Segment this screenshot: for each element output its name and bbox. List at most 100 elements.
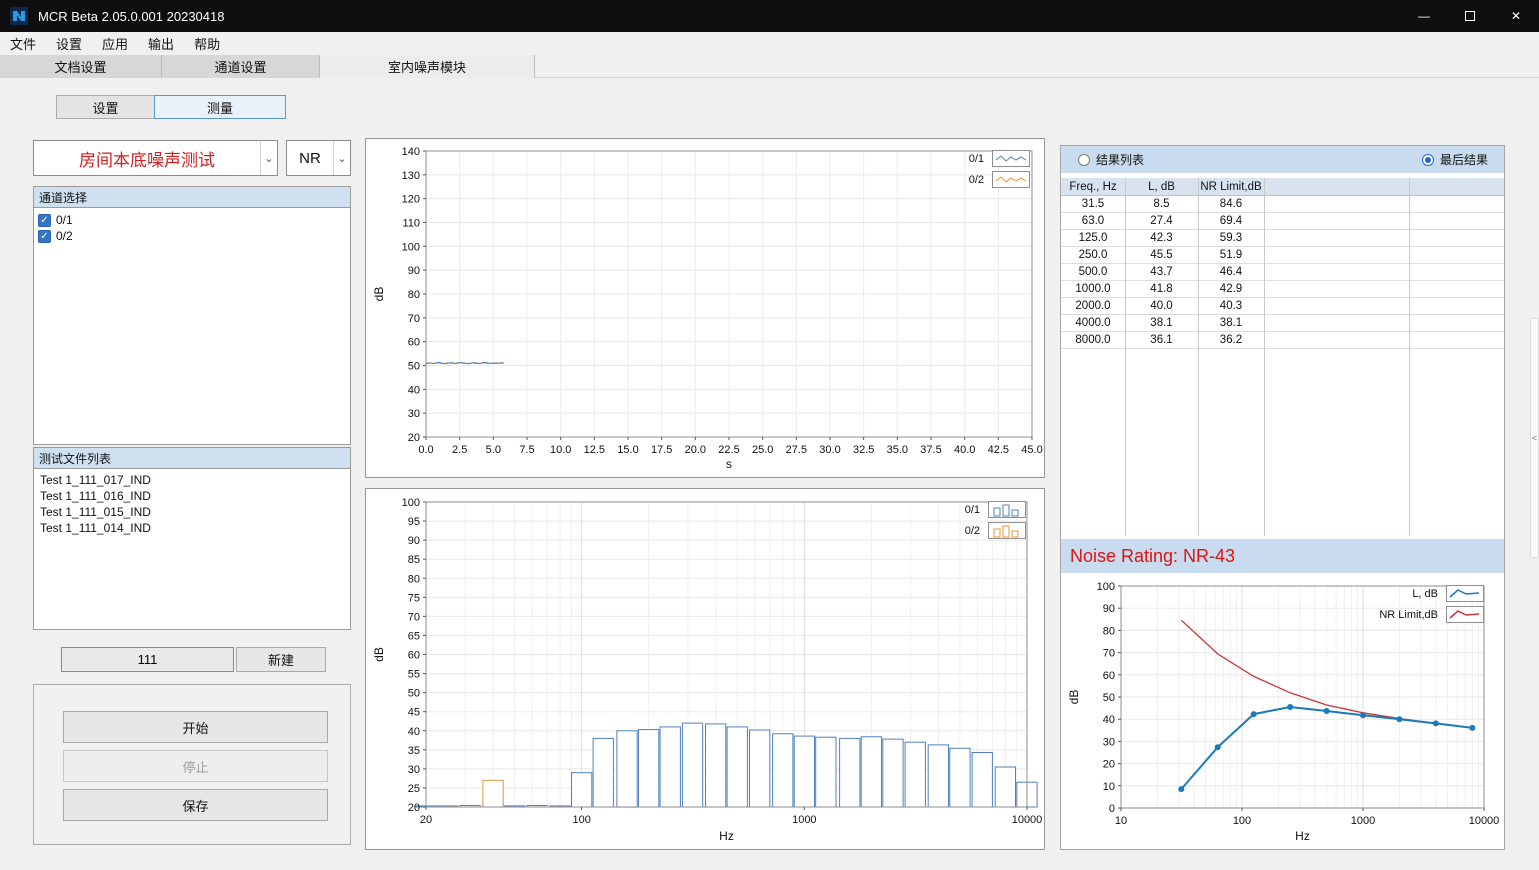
svg-text:35: 35: [408, 745, 420, 757]
channel-list[interactable]: ✓ 0/1✓0/2: [33, 208, 351, 445]
legend-entry: 0/1: [965, 501, 1026, 518]
table-cell: 36.2: [1198, 332, 1264, 348]
start-button[interactable]: 开始: [63, 711, 328, 743]
menu-settings[interactable]: 设置: [46, 32, 92, 55]
chart-canvas: 20304050607080901001101201301400.02.55.0…: [366, 139, 1044, 477]
legend-bars-icon: [988, 522, 1026, 539]
new-button[interactable]: 新建: [236, 647, 326, 672]
stop-button[interactable]: 停止: [63, 750, 328, 782]
app-icon: [10, 7, 28, 25]
table-cell: 4000.0: [1061, 315, 1125, 331]
table-header-cell[interactable]: [1264, 178, 1409, 195]
table-header-cell[interactable]: L, dB: [1125, 178, 1198, 195]
tab-indoor-noise-module[interactable]: 室内噪声模块: [320, 55, 535, 78]
table-cell: [1264, 315, 1409, 331]
table-row[interactable]: 250.045.551.9: [1061, 247, 1504, 264]
close-icon: ✕: [1511, 9, 1521, 23]
svg-text:40: 40: [408, 384, 420, 396]
test-file-item[interactable]: Test 1_111_017_IND: [34, 473, 350, 489]
channel-label: 0/1: [56, 213, 73, 227]
svg-text:2.5: 2.5: [452, 444, 467, 456]
svg-text:20: 20: [408, 432, 420, 444]
maximize-icon: [1465, 11, 1475, 21]
radio-last-result[interactable]: 最后结果: [1422, 151, 1488, 168]
svg-text:10000: 10000: [1469, 815, 1500, 827]
svg-text:80: 80: [408, 573, 420, 585]
svg-text:45.0: 45.0: [1021, 444, 1042, 456]
svg-text:100: 100: [1233, 815, 1251, 827]
subtab-measure[interactable]: 测量: [154, 95, 286, 119]
table-cell: 1000.0: [1061, 281, 1125, 297]
menu-output[interactable]: 输出: [138, 32, 184, 55]
table-row[interactable]: 4000.038.138.1: [1061, 315, 1504, 332]
channel-item[interactable]: ✓ 0/1: [34, 212, 350, 228]
table-cell: 43.7: [1125, 264, 1198, 280]
test-name-select[interactable]: 房间本底噪声测试 ⌄: [33, 140, 278, 176]
result-view-switch: 结果列表 最后结果: [1061, 146, 1504, 173]
subtab-settings[interactable]: 设置: [56, 95, 155, 119]
svg-text:50: 50: [408, 688, 420, 700]
svg-text:10.0: 10.0: [550, 444, 571, 456]
table-cell: 38.1: [1198, 315, 1264, 331]
radio-result-list[interactable]: 结果列表: [1078, 151, 1144, 168]
svg-text:50: 50: [408, 361, 420, 373]
table-row[interactable]: 31.58.584.6: [1061, 196, 1504, 213]
channel-item[interactable]: ✓0/2: [34, 228, 350, 244]
svg-text:100: 100: [402, 497, 420, 509]
test-file-list[interactable]: Test 1_111_017_INDTest 1_111_016_INDTest…: [33, 469, 351, 630]
menu-file[interactable]: 文件: [0, 32, 46, 55]
rating-type-select[interactable]: NR ⌄: [286, 140, 351, 176]
test-file-list-header: 测试文件列表: [33, 447, 351, 469]
test-file-item[interactable]: Test 1_111_016_IND: [34, 489, 350, 505]
table-row[interactable]: 500.043.746.4: [1061, 264, 1504, 281]
table-row[interactable]: 8000.036.136.2: [1061, 332, 1504, 349]
table-header-cell[interactable]: NR Limit,dB: [1198, 178, 1264, 195]
legend-entry: 0/2: [969, 171, 1030, 188]
noise-rating-text: Noise Rating: NR-43: [1070, 546, 1235, 567]
menu-application[interactable]: 应用: [92, 32, 138, 55]
svg-text:80: 80: [408, 289, 420, 301]
svg-text:25.0: 25.0: [752, 444, 773, 456]
maximize-button[interactable]: [1447, 0, 1493, 32]
panel-collapse-handle[interactable]: <: [1530, 318, 1539, 558]
checkbox-checked-icon[interactable]: ✓: [38, 230, 51, 243]
radio-checked-icon: [1422, 154, 1434, 166]
close-button[interactable]: ✕: [1493, 0, 1539, 32]
table-row[interactable]: 2000.040.040.3: [1061, 298, 1504, 315]
test-name-value: 房间本底噪声测试: [34, 146, 260, 171]
table-header-cell[interactable]: Freq., Hz: [1061, 178, 1125, 195]
file-prefix-input[interactable]: [61, 647, 234, 672]
menu-help[interactable]: 帮助: [184, 32, 230, 55]
svg-text:0.0: 0.0: [418, 444, 433, 456]
table-header-cell[interactable]: [1409, 178, 1504, 195]
table-row[interactable]: 1000.041.842.9: [1061, 281, 1504, 298]
tab-document-settings[interactable]: 文档设置: [0, 55, 162, 78]
svg-text:100: 100: [572, 814, 590, 826]
legend-entry: NR Limit,dB: [1379, 606, 1484, 623]
test-file-item[interactable]: Test 1_111_015_IND: [34, 505, 350, 521]
minimize-button[interactable]: —: [1401, 0, 1447, 32]
chevron-down-icon[interactable]: ⌄: [333, 141, 350, 175]
legend-label: 0/1: [969, 153, 984, 165]
table-cell: [1409, 213, 1504, 229]
table-cell: [1409, 230, 1504, 246]
tab-channel-settings[interactable]: 通道设置: [162, 55, 320, 78]
svg-text:25: 25: [408, 783, 420, 795]
test-file-item[interactable]: Test 1_111_014_IND: [34, 521, 350, 537]
results-panel: 结果列表 最后结果 Freq., HzL, dBNR Limit,dB31.58…: [1060, 145, 1505, 850]
save-button[interactable]: 保存: [63, 789, 328, 821]
table-cell: 69.4: [1198, 213, 1264, 229]
table-row[interactable]: 63.027.469.4: [1061, 213, 1504, 230]
legend-label: NR Limit,dB: [1379, 609, 1438, 621]
svg-text:60: 60: [408, 337, 420, 349]
svg-text:42.5: 42.5: [988, 444, 1009, 456]
legend-label: L, dB: [1412, 588, 1438, 600]
table-cell: 31.5: [1061, 196, 1125, 212]
checkbox-checked-icon[interactable]: ✓: [38, 214, 51, 227]
table-cell: [1409, 247, 1504, 263]
svg-text:70: 70: [408, 313, 420, 325]
table-row[interactable]: 125.042.359.3: [1061, 230, 1504, 247]
chevron-down-icon[interactable]: ⌄: [260, 141, 277, 175]
legend-entry: 0/2: [965, 522, 1026, 539]
table-cell: [1264, 281, 1409, 297]
